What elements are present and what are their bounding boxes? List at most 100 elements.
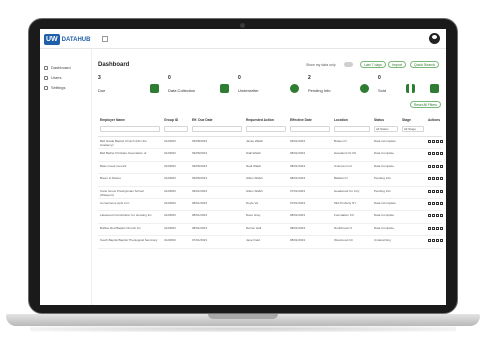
import-button[interactable]: Import <box>388 61 406 68</box>
cell-effective-date: 07/01/2023 <box>290 200 306 205</box>
sidebar-item-settings[interactable]: Settings <box>44 85 65 90</box>
due-date-filter-input[interactable] <box>192 126 242 132</box>
sidebar: Dashboard Users Settings <box>40 49 92 305</box>
delete-icon[interactable] <box>440 140 443 143</box>
view-icon[interactable] <box>432 189 435 193</box>
gear-icon <box>44 85 48 90</box>
column-header[interactable]: Group ID <box>164 118 178 122</box>
table-row[interactable]: Lakewood Constitution Co Housing Inc 3123… <box>98 211 443 224</box>
cell-due-date: 09/05/2023 <box>192 163 208 168</box>
view-icon[interactable] <box>432 140 435 143</box>
edit-icon[interactable] <box>428 177 431 181</box>
column-header[interactable]: Status <box>374 118 384 122</box>
stat-label: Underwriter <box>238 88 259 93</box>
edit-icon[interactable] <box>428 164 431 168</box>
hourglass-icon <box>406 84 415 93</box>
edit-icon[interactable] <box>428 140 431 143</box>
stat-card-sold[interactable]: 0 Sold <box>378 75 442 97</box>
sidebar-item-users[interactable]: Users <box>44 75 61 80</box>
view-icon[interactable] <box>432 152 435 156</box>
view-icon[interactable] <box>432 201 435 205</box>
logo[interactable]: UW DATAHUB <box>44 34 90 45</box>
grid-icon[interactable] <box>102 36 108 42</box>
comment-icon[interactable] <box>436 189 439 193</box>
delete-icon[interactable] <box>440 214 443 218</box>
stat-label: Data Collection <box>168 88 196 93</box>
edit-icon[interactable] <box>428 189 431 193</box>
view-icon[interactable] <box>432 226 435 230</box>
column-header[interactable]: Eff. Due Date <box>192 118 213 122</box>
delete-icon[interactable] <box>440 226 443 230</box>
comment-icon[interactable] <box>436 152 439 156</box>
row-actions <box>428 177 443 181</box>
table-row[interactable]: Cornerstone Apts LLC 3123093 08/01/2023 Doy… <box>98 199 443 212</box>
table-row[interactable]: Bell Bethel Christian Association of 3123… <box>98 149 443 162</box>
my-data-toggle[interactable] <box>344 62 353 67</box>
delete-icon[interactable] <box>440 152 443 156</box>
action-filter-input[interactable] <box>246 126 286 132</box>
reset-filters-button[interactable]: Reset All Filters <box>410 101 441 108</box>
delete-icon[interactable] <box>440 164 443 168</box>
delete-icon[interactable] <box>440 239 443 243</box>
table-row[interactable]: Bullbet Rod Baptist Church Inc 3123093 08/… <box>98 224 443 237</box>
stat-label: Due <box>98 88 106 93</box>
delete-icon[interactable] <box>440 177 443 181</box>
camera-icon <box>240 23 245 28</box>
cell-location: Broken N <box>334 139 347 143</box>
laptop-shadow <box>30 326 456 332</box>
comment-icon[interactable] <box>436 239 439 243</box>
group-filter-input[interactable] <box>164 126 188 132</box>
column-header[interactable]: Requested Action <box>246 118 274 122</box>
row-actions <box>428 201 443 205</box>
edit-icon[interactable] <box>428 214 431 218</box>
comment-icon[interactable] <box>436 164 439 168</box>
date-range-button[interactable]: Last 7 days <box>360 61 386 68</box>
location-filter-input[interactable] <box>334 126 370 132</box>
stat-card-pending-info[interactable]: 2 Pending Info <box>308 75 378 97</box>
quick-search-button[interactable]: Quick Search <box>410 61 440 68</box>
stat-card-data-collection[interactable]: 0 Data Collection <box>168 75 238 97</box>
status-filter-select[interactable]: All Status <box>374 126 398 132</box>
view-icon[interactable] <box>432 239 435 243</box>
comment-icon[interactable] <box>436 177 439 181</box>
stat-card-due[interactable]: 3 Due <box>98 75 168 97</box>
comment-icon[interactable] <box>436 140 439 143</box>
stage-filter-select[interactable]: All Stage <box>402 126 424 132</box>
employer-table: Employer Name Group ID Eff. Due Date Req… <box>98 115 443 249</box>
table-row[interactable]: Cane Grove Presbyterian School (Wiseport… <box>98 187 443 199</box>
sidebar-item-dashboard[interactable]: Dashboard <box>44 65 71 70</box>
table-row[interactable]: South Baptist Baptist Theological Semina… <box>98 236 443 249</box>
cell-effective-date: 08/01/2023 <box>290 225 306 230</box>
cell-employer-name: Breen & Stokes <box>100 176 121 181</box>
cell-due-date: 08/01/2023 <box>192 225 208 230</box>
employer-filter-input[interactable] <box>100 126 160 132</box>
column-header[interactable]: Location <box>334 118 348 122</box>
table-row[interactable]: Breen & Stokes 3123093 09/05/2023 Gillen Wa… <box>98 174 443 187</box>
comment-icon[interactable] <box>436 226 439 230</box>
delete-icon[interactable] <box>440 189 443 193</box>
cell-effective-date: 08/01/2023 <box>290 176 306 181</box>
comment-icon[interactable] <box>436 214 439 218</box>
edit-icon[interactable] <box>428 226 431 230</box>
cell-requested-action: Dave Gray <box>246 213 261 218</box>
column-header[interactable]: Stage <box>402 118 411 122</box>
cell-location: Headwood Co Ctry <box>334 188 360 193</box>
user-avatar-icon[interactable] <box>429 33 440 44</box>
delete-icon[interactable] <box>440 201 443 205</box>
column-header[interactable]: Effective Date <box>290 118 312 122</box>
clock-icon <box>150 84 159 93</box>
cell-effective-date: 09/01/2023 <box>290 139 306 143</box>
view-icon[interactable] <box>432 214 435 218</box>
comment-icon[interactable] <box>436 201 439 205</box>
view-icon[interactable] <box>432 164 435 168</box>
stat-card-underwriter[interactable]: 0 Underwriter <box>238 75 308 97</box>
edit-icon[interactable] <box>428 152 431 156</box>
view-icon[interactable] <box>432 177 435 181</box>
edit-icon[interactable] <box>428 201 431 205</box>
table-row[interactable]: Bass Creek Council 3123093 09/05/2023 Neal … <box>98 162 443 175</box>
effective-date-filter-input[interactable] <box>290 126 330 132</box>
row-actions <box>428 214 443 218</box>
edit-icon[interactable] <box>428 239 431 243</box>
column-header[interactable]: Employer Name <box>100 118 125 122</box>
table-row[interactable]: Bell Grade Baptist Church (Dim the Acade… <box>98 137 443 150</box>
